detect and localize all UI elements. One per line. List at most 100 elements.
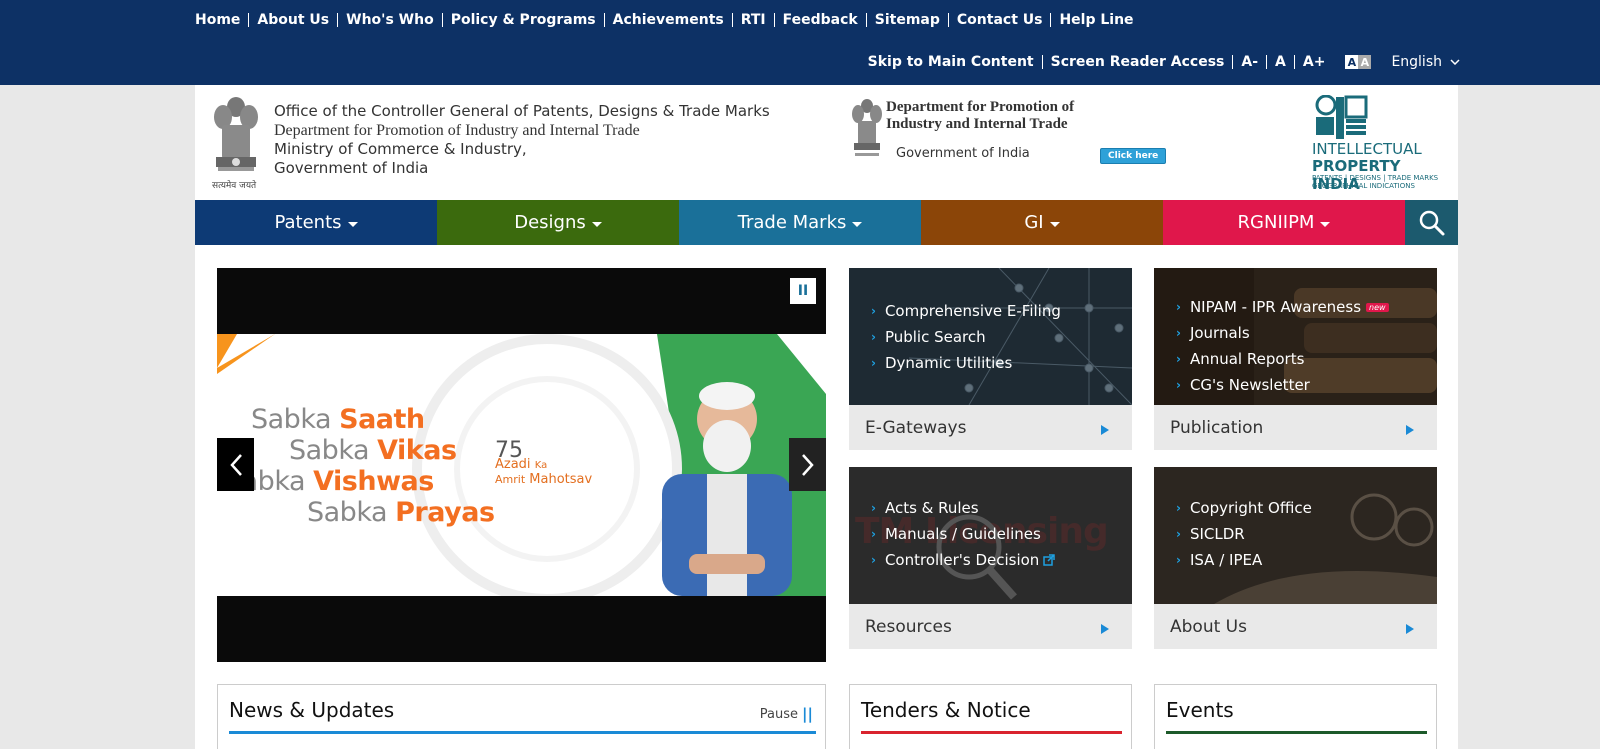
azadi-75-mark: 75	[495, 438, 523, 463]
nav-gi-label: GI	[1024, 212, 1044, 233]
dpiit-subtitle: Government of India	[896, 146, 1030, 161]
link-comprehensive-efiling[interactable]: › Comprehensive E-Filing	[871, 302, 1061, 320]
link-annual-reports[interactable]: › Annual Reports	[1176, 350, 1389, 368]
resources-footer-link[interactable]: Resources	[849, 604, 1132, 649]
azadi-word: Ka	[534, 460, 548, 471]
hero-carousel: Sabka Saath Sabka Vikas Sabka Vishwas Sa…	[217, 268, 826, 662]
egateways-footer-link[interactable]: E-Gateways	[849, 405, 1132, 450]
link-isa-ipea[interactable]: › ISA / IPEA	[1176, 551, 1312, 569]
nav-trade-marks-menu[interactable]: Trade Marks	[679, 200, 921, 245]
ip-india-logo[interactable]: INTELLECTUAL PROPERTY INDIA PATENTS | DE…	[1312, 94, 1448, 195]
slogan-line-3: Sabka Vishwas	[225, 466, 434, 497]
link-sicldr[interactable]: › SICLDR	[1176, 525, 1312, 543]
nav-designs-menu[interactable]: Designs	[437, 200, 679, 245]
azadi-line: Azadi Ka	[495, 458, 592, 473]
contrast-normal-icon[interactable]: A	[1345, 55, 1359, 69]
font-normal-button[interactable]: A	[1275, 54, 1286, 70]
resources-image: TM Licensing › Acts & Rules › Manuals / Gu…	[849, 467, 1132, 604]
divider	[1266, 55, 1268, 69]
dpiit-logo-link[interactable]: Department for Promotion of Industry and…	[850, 95, 1085, 161]
search-button[interactable]	[1405, 200, 1458, 245]
pause-icon: ||	[802, 705, 813, 723]
caret-down-icon	[347, 222, 358, 227]
nav-contact-link[interactable]: Contact Us	[957, 12, 1043, 28]
azadi-line: Amrit Mahotsav	[495, 473, 592, 487]
nav-policy-link[interactable]: Policy & Programs	[451, 12, 596, 28]
screen-reader-link[interactable]: Screen Reader Access	[1051, 54, 1225, 70]
about-links: › Copyright Office › SICLDR › ISA / IPEA	[1176, 499, 1312, 577]
office-title: Office of the Controller General of Pate…	[274, 102, 770, 178]
nav-achievements-link[interactable]: Achievements	[613, 12, 724, 28]
carousel-next-button[interactable]	[789, 438, 826, 491]
nav-helpline-link[interactable]: Help Line	[1059, 12, 1133, 28]
caret-down-icon	[1320, 222, 1331, 227]
chevron-right-icon: ›	[1176, 326, 1181, 340]
office-line-1: Office of the Controller General of Pate…	[274, 102, 770, 120]
link-cg-newsletter[interactable]: › CG's Newsletter	[1176, 376, 1389, 394]
slogan-highlight: Vishwas	[313, 466, 434, 497]
publication-footer-link[interactable]: Publication	[1154, 405, 1437, 450]
contrast-high-icon[interactable]: A	[1358, 55, 1372, 69]
link-copyright-office[interactable]: › Copyright Office	[1176, 499, 1312, 517]
link-label: SICLDR	[1189, 525, 1245, 543]
skip-to-main-link[interactable]: Skip to Main Content	[868, 54, 1034, 70]
nav-sitemap-link[interactable]: Sitemap	[875, 12, 940, 28]
font-decrease-button[interactable]: A-	[1241, 54, 1258, 70]
divider	[731, 13, 733, 27]
tenders-notice-box: Tenders & Notice	[849, 684, 1132, 749]
resources-label: Resources	[865, 616, 952, 637]
slogan-word: Sabka	[289, 435, 378, 466]
chevron-right-icon: ›	[871, 304, 876, 318]
publication-links: › NIPAM - IPR Awareness new › Journals › Ann…	[1176, 298, 1389, 402]
link-controllers-decision[interactable]: › Controller's Decision	[871, 551, 1056, 569]
azadi-ka-amrit-mahotsav-logo: 75 Azadi Ka Amrit Mahotsav	[495, 438, 592, 487]
main-panel: सत्यमेव जयते Office of the Controller Ge…	[195, 85, 1458, 749]
play-arrow-icon	[1406, 424, 1414, 435]
nav-patents-menu[interactable]: Patents	[195, 200, 437, 245]
nav-rti-link[interactable]: RTI	[741, 12, 766, 28]
carousel-prev-button[interactable]	[217, 438, 254, 491]
link-public-search[interactable]: › Public Search	[871, 328, 1061, 346]
divider	[248, 13, 250, 27]
nav-rgniipm-menu[interactable]: RGNIIPM	[1163, 200, 1405, 245]
link-nipam[interactable]: › NIPAM - IPR Awareness new	[1176, 298, 1389, 316]
dpiit-title-line-1: Department for Promotion of	[886, 99, 1075, 115]
nav-about-link[interactable]: About Us	[257, 12, 329, 28]
chevron-right-icon	[801, 453, 814, 476]
chevron-right-icon: ›	[871, 527, 876, 541]
news-pause-button[interactable]: Pause ||	[760, 705, 813, 723]
link-journals[interactable]: › Journals	[1176, 324, 1389, 342]
new-badge: new	[1366, 302, 1389, 312]
link-label: CG's Newsletter	[1189, 376, 1310, 394]
chevron-right-icon: ›	[871, 356, 876, 370]
emblem-caption: सत्यमेव जयते	[212, 181, 257, 191]
office-line-3: Ministry of Commerce & Industry,	[274, 140, 527, 158]
nav-whos-who-link[interactable]: Who's Who	[346, 12, 434, 28]
tenders-divider	[861, 731, 1122, 734]
link-acts-rules[interactable]: › Acts & Rules	[871, 499, 1055, 517]
caret-down-icon	[1049, 222, 1060, 227]
pause-label: Pause	[759, 706, 799, 722]
link-dynamic-utilities[interactable]: › Dynamic Utilities	[871, 354, 1061, 372]
nav-home-link[interactable]: Home	[195, 12, 240, 28]
about-footer-link[interactable]: About Us	[1154, 604, 1437, 649]
category-nav: Patents Designs Trade Marks GI RGNIIPM	[195, 200, 1458, 245]
office-line-4: Government of India	[274, 159, 429, 177]
font-increase-button[interactable]: A+	[1303, 54, 1326, 70]
link-manuals-guidelines[interactable]: › Manuals / Guidelines	[871, 525, 1055, 543]
publication-tile: › NIPAM - IPR Awareness new › Journals › Ann…	[1154, 268, 1437, 450]
chevron-right-icon: ›	[1176, 553, 1181, 567]
about-tile: › Copyright Office › SICLDR › ISA / IPEA Ab…	[1154, 467, 1437, 649]
carousel-slide: Sabka Saath Sabka Vikas Sabka Vishwas Sa…	[217, 334, 826, 596]
chevron-left-icon	[229, 453, 242, 476]
language-select[interactable]: English	[1391, 54, 1460, 70]
dpiit-emblem-icon	[850, 97, 884, 159]
divider	[1293, 55, 1295, 69]
click-here-button[interactable]: Click here	[1100, 148, 1167, 164]
contrast-toggle[interactable]: A A	[1345, 55, 1372, 69]
ip-india-mark-icon	[1315, 94, 1368, 139]
nav-feedback-link[interactable]: Feedback	[783, 12, 858, 28]
nav-gi-menu[interactable]: GI	[921, 200, 1163, 245]
play-arrow-icon	[1406, 623, 1414, 634]
carousel-pause-button[interactable]: II	[790, 278, 816, 304]
